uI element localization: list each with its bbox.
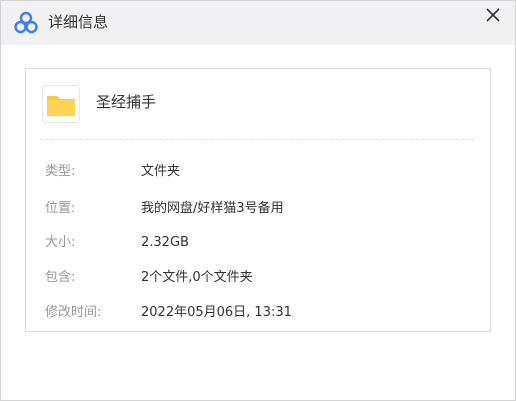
detail-row-type: 类型: 文件夹 [45,161,475,183]
location-value: 我的网盘/好样猫3号备用 [141,201,284,216]
close-icon[interactable] [479,3,507,31]
size-label: 大小: [45,235,76,250]
modified-label: 修改时间: [45,305,102,320]
size-value: 2.32GB [141,235,189,250]
details-dialog: 详细信息 圣经捕手 类型: 文件夹 位置: 我的网盘/好样猫3号备用 大小: 2… [0,0,516,401]
dialog-title: 详细信息 [48,13,109,31]
location-label: 位置: [45,201,76,216]
detail-row-size: 大小: 2.32GB [45,232,475,254]
folder-icon [42,85,80,123]
divider [40,139,474,140]
modified-value: 2022年05月06日, 13:31 [141,305,292,320]
file-name: 圣经捕手 [96,93,157,111]
detail-row-location: 位置: 我的网盘/好样猫3号备用 [45,198,475,220]
title-bar: 详细信息 [1,1,515,45]
detail-row-modified: 修改时间: 2022年05月06日, 13:31 [45,302,475,324]
contents-label: 包含: [45,270,76,285]
detail-row-contents: 包含: 2个文件,0个文件夹 [45,267,475,289]
info-panel: 圣经捕手 类型: 文件夹 位置: 我的网盘/好样猫3号备用 大小: 2.32GB… [25,68,491,332]
contents-value: 2个文件,0个文件夹 [141,270,253,285]
type-label: 类型: [45,164,76,179]
type-value: 文件夹 [141,164,181,179]
cloud-logo-icon [14,11,38,34]
